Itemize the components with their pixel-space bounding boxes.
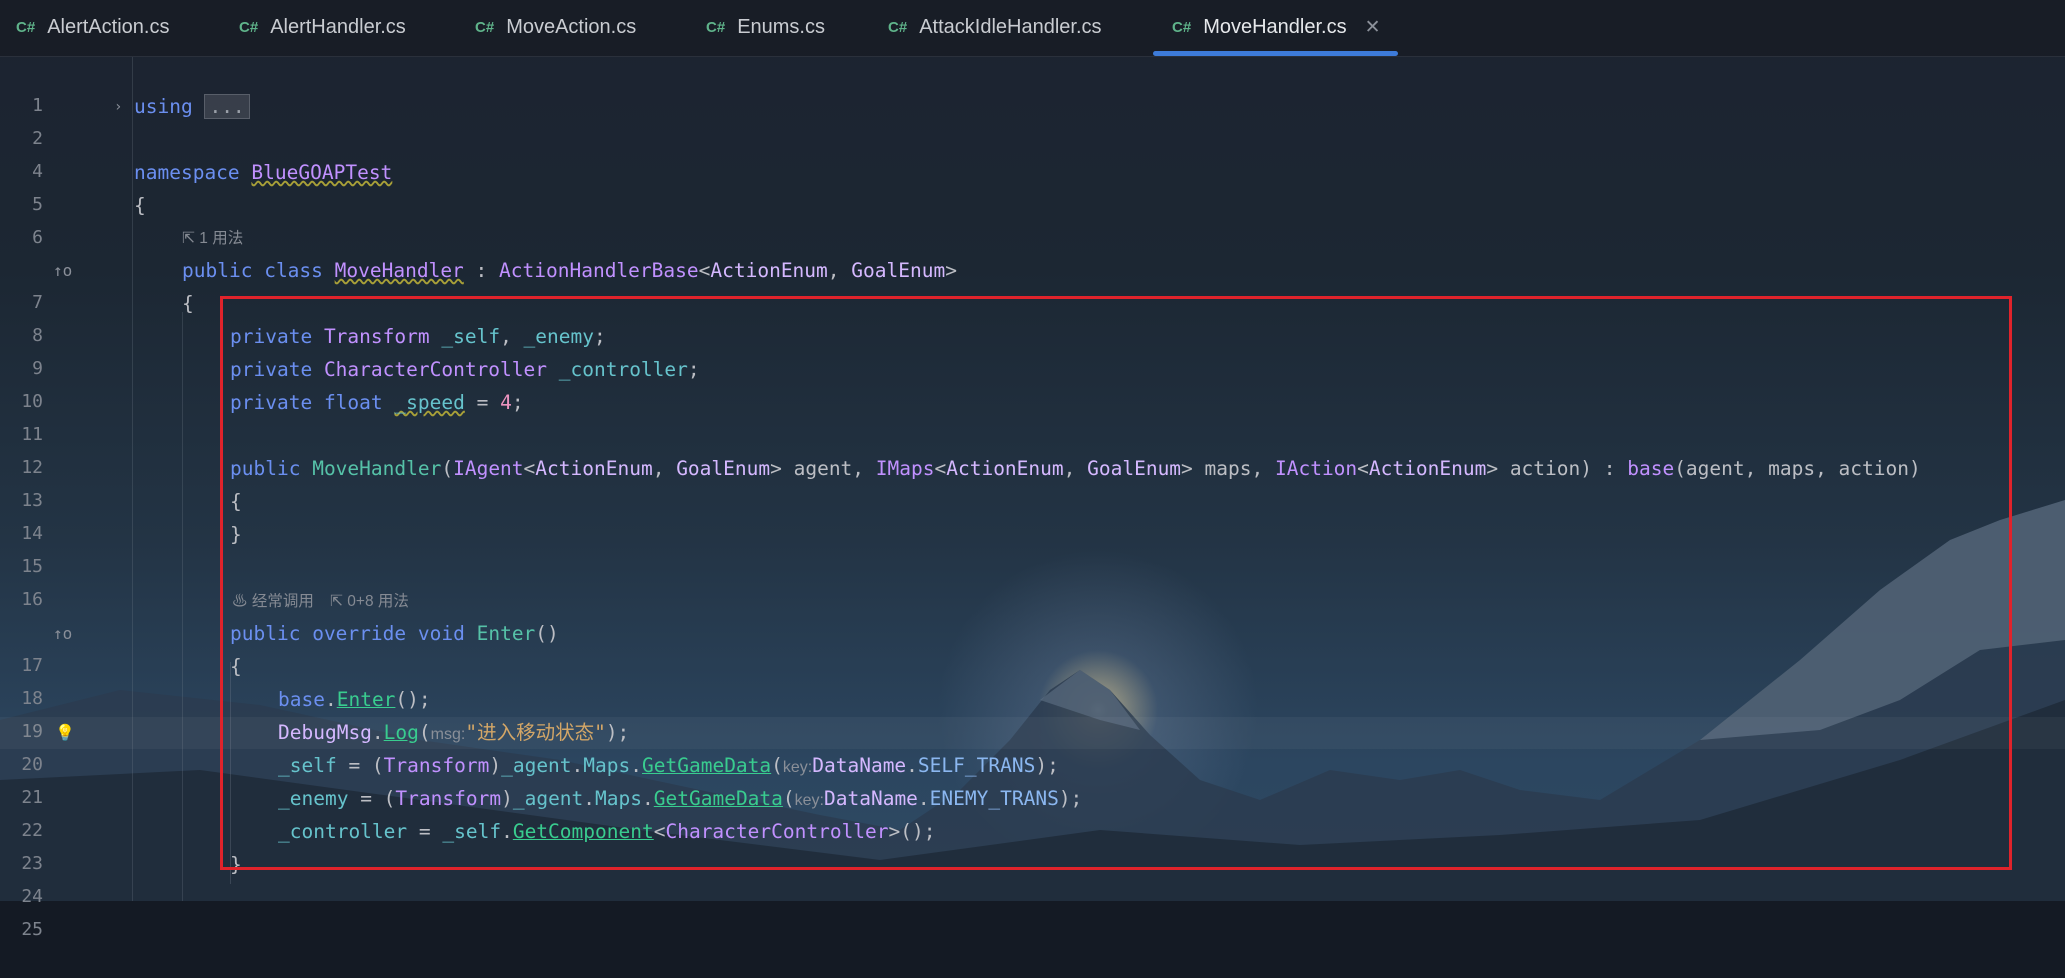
tab-movehandler[interactable]: C# MoveHandler.cs ✕: [1172, 0, 1381, 54]
tab-label: AlertHandler.cs: [270, 15, 406, 38]
code-token: ActionHandlerBase: [499, 259, 699, 282]
lightbulb-icon[interactable]: 💡: [55, 717, 75, 749]
fold-chevron-icon[interactable]: ›: [114, 91, 122, 123]
code-token: <: [698, 259, 711, 282]
tab-moveaction[interactable]: C# MoveAction.cs: [475, 0, 636, 54]
csharp-file-icon: C#: [888, 18, 908, 36]
csharp-file-icon: C#: [475, 18, 495, 36]
code-text: public class MoveHandler : ActionHandler…: [182, 255, 957, 287]
usages-hint[interactable]: ⇱ 1 用法: [182, 226, 243, 252]
highlight-annotation-box: [220, 296, 2012, 870]
code-token: >: [945, 259, 957, 282]
class-name: MoveHandler: [334, 259, 464, 282]
csharp-file-icon: C#: [239, 18, 259, 36]
implemented-up-icon[interactable]: ↑o: [53, 255, 72, 287]
brace: {: [134, 194, 146, 217]
code-text: {: [182, 292, 194, 315]
line-number: 25: [21, 919, 43, 940]
csharp-file-icon: C#: [706, 18, 726, 36]
active-tab-indicator: [1153, 51, 1398, 56]
code-token: GoalEnum: [851, 259, 946, 282]
editor-tab-bar: C# AlertAction.cs C# AlertHandler.cs C# …: [0, 0, 2065, 57]
code-line: 2 › using ...: [0, 91, 2065, 149]
tab-label: AlertAction.cs: [47, 15, 170, 38]
code-token: public: [182, 259, 253, 282]
code-line: 6 {: [0, 190, 2065, 248]
csharp-file-icon: C#: [1172, 18, 1192, 36]
code-line: 25: [0, 882, 2065, 940]
code-line: 1: [0, 58, 2065, 116]
code-text: namespace BlueGOAPTest: [134, 157, 392, 189]
code-token: class: [264, 259, 323, 282]
code-text: using ...: [134, 91, 250, 123]
tab-label: Enums.cs: [737, 15, 825, 38]
tab-label: MoveHandler.cs: [1203, 15, 1347, 38]
usages-icon: ⇱: [182, 230, 200, 247]
tab-alerthandler[interactable]: C# AlertHandler.cs: [239, 0, 406, 54]
keyword: using: [134, 95, 193, 118]
tab-attackidlehandler[interactable]: C# AttackIdleHandler.cs: [888, 0, 1102, 54]
folded-imports[interactable]: ...: [204, 94, 250, 119]
close-icon[interactable]: ✕: [1365, 16, 1381, 39]
code-token: :: [463, 259, 500, 282]
code-token: ,: [827, 259, 852, 282]
code-line: 5 namespace BlueGOAPTest: [0, 157, 2065, 215]
tab-enums[interactable]: C# Enums.cs: [706, 0, 825, 54]
override-up-icon[interactable]: ↑o: [53, 618, 72, 650]
tab-label: AttackIdleHandler.cs: [919, 15, 1102, 38]
tab-alertaction[interactable]: C# AlertAction.cs: [16, 0, 169, 54]
keyword: namespace: [134, 161, 240, 184]
code-token: ActionEnum: [710, 259, 828, 282]
tab-label: MoveAction.cs: [506, 15, 637, 38]
code-vision-hint: ⇱ 1 用法: [0, 226, 2065, 252]
namespace-name: BlueGOAPTest: [251, 161, 393, 184]
code-line: 4: [0, 124, 2065, 182]
code-line: 7 ↑o public class MoveHandler : ActionHa…: [0, 255, 2065, 313]
csharp-file-icon: C#: [16, 18, 36, 36]
